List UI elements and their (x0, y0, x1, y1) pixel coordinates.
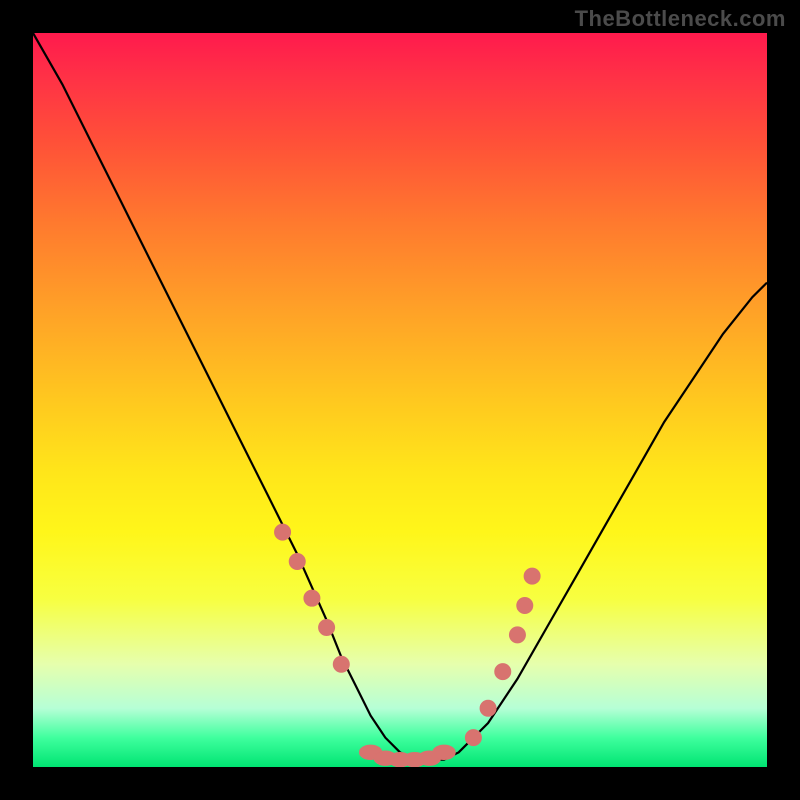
bottleneck-curve (33, 33, 767, 760)
marker-dot (495, 664, 511, 680)
watermark-text: TheBottleneck.com (575, 6, 786, 32)
marker-dot (319, 620, 335, 636)
marker-dot (275, 524, 291, 540)
markers-bottom (359, 745, 455, 767)
plot-area (33, 33, 767, 767)
marker-dot (333, 656, 349, 672)
marker-dot (509, 627, 525, 643)
curve-svg (33, 33, 767, 767)
chart-frame: TheBottleneck.com (0, 0, 800, 800)
marker-dot (480, 700, 496, 716)
marker-dot (517, 598, 533, 614)
marker-dot (304, 590, 320, 606)
marker-dot (289, 553, 305, 569)
marker-dot (524, 568, 540, 584)
marker-dot (465, 730, 481, 746)
marker-dot (433, 745, 455, 759)
